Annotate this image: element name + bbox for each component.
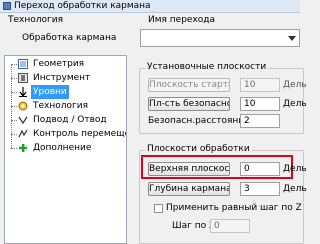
technology-icon: [18, 101, 28, 111]
window-title: Переход обработки кармана: [14, 1, 151, 11]
start-plane-input[interactable]: 10: [240, 78, 280, 92]
tree-item-label: Геометрия: [33, 59, 85, 69]
pocket-depth-suffix: Дель: [283, 184, 307, 194]
geometry-icon: [18, 59, 28, 69]
tree-item-label: Подвод / Отвод: [33, 115, 107, 125]
top-plane-input[interactable]: 0: [240, 162, 280, 176]
tree-item-label: Дополнение: [33, 143, 92, 153]
tree-item-label: Технология: [33, 101, 89, 111]
technology-label: Технология: [8, 15, 64, 25]
start-plane-suffix: Дель: [283, 80, 307, 90]
chevron-down-icon: [288, 36, 296, 41]
equal-step-checkbox[interactable]: [154, 204, 163, 213]
approach-retract-icon: [18, 116, 28, 125]
technology-value: Обработка кармана: [22, 33, 117, 43]
equal-step-label[interactable]: Применить равный шаг по Z: [166, 203, 302, 213]
pocket-depth-input[interactable]: 3: [240, 182, 280, 196]
tree-item-label: Контроль перемещен: [33, 129, 127, 139]
z-step-input[interactable]: 0: [210, 219, 250, 233]
pocket-depth-button[interactable]: Глубина кармана: [148, 182, 230, 196]
tree-item-label: Уровни: [31, 85, 69, 99]
safe-plane-suffix: Дель: [283, 99, 307, 109]
top-plane-button[interactable]: Верхняя плоскость: [148, 162, 230, 176]
safe-plane-button[interactable]: Пл-сть безопасности: [148, 97, 230, 111]
app-icon: [3, 2, 11, 10]
transition-name-label: Имя перехода: [148, 15, 216, 25]
safe-plane-input[interactable]: 10: [240, 97, 280, 111]
top-plane-suffix: Дель: [283, 164, 307, 174]
plus-icon: [19, 144, 27, 152]
levels-icon: [19, 87, 27, 97]
machining-planes-title: Плоскости обработки: [145, 144, 252, 154]
safe-distance-label: Безопасн.расстояние:: [148, 116, 253, 126]
navigation-tree[interactable]: Геометрия Инструмент Уровни Технология П…: [4, 55, 127, 244]
start-plane-button[interactable]: Плоскость старта: [148, 78, 230, 92]
motion-control-icon: [18, 129, 28, 138]
tree-item-label: Инструмент: [33, 73, 91, 83]
tool-icon: [18, 73, 28, 83]
safe-distance-input[interactable]: 2: [240, 114, 280, 128]
transition-name-dropdown[interactable]: [140, 29, 300, 47]
window-title-bar: Переход обработки кармана: [0, 0, 300, 13]
setup-planes-title: Установочные плоскости: [145, 62, 269, 72]
